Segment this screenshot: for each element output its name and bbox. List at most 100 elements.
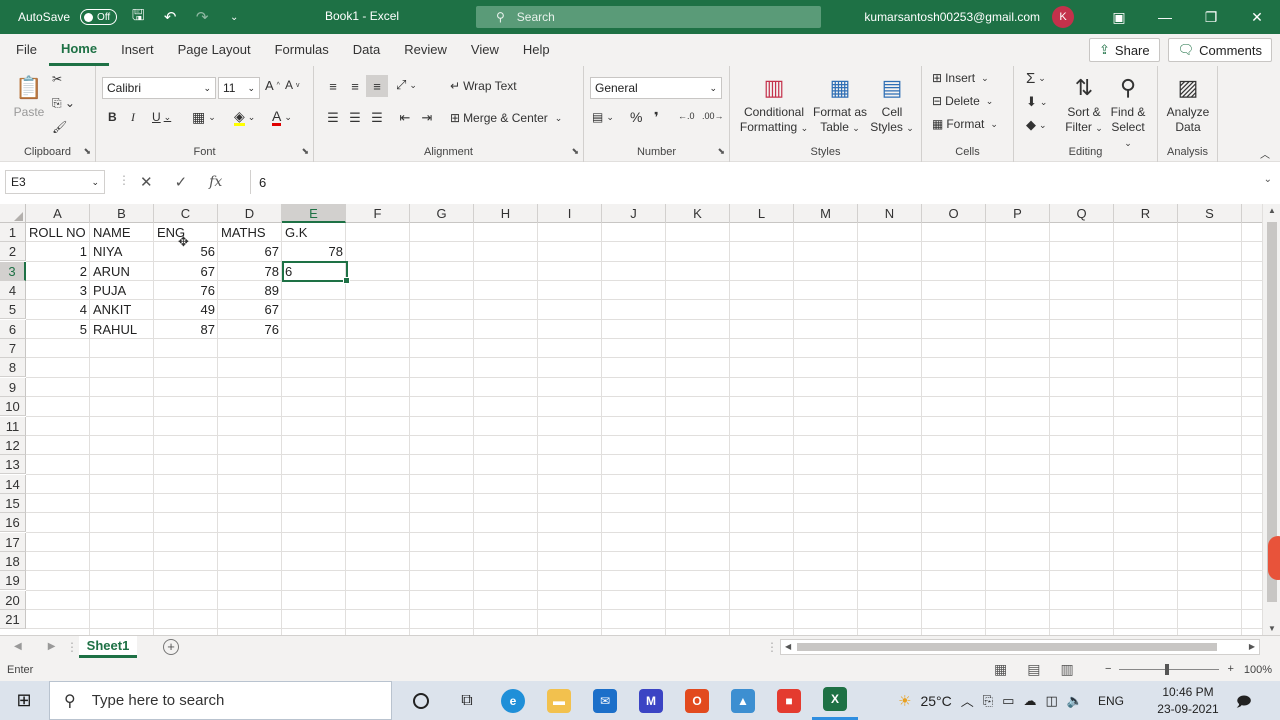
screen-recorder-icon[interactable]: ■ [766,681,812,720]
taskbar-search-box[interactable]: ⚲ Type here to search [49,681,392,720]
cell-d5[interactable]: 67 [218,300,282,319]
cortana-icon[interactable] [398,681,444,720]
cell-c3[interactable]: 67 [154,262,218,281]
align-right-icon[interactable]: ☰ [366,107,388,129]
column-header-d[interactable]: D [218,204,282,223]
tab-insert[interactable]: Insert [109,34,166,66]
cell-a6[interactable]: 5 [26,320,90,339]
cancel-entry-icon[interactable]: ✕ [140,173,153,191]
mail-icon[interactable]: ✉ [582,681,628,720]
account-email[interactable]: kumarsantosh00253@gmail.com [864,10,1040,24]
row-header-9[interactable]: 9 [0,377,26,397]
network-icon[interactable]: ◫ [1045,693,1057,709]
column-header-c[interactable]: C [154,204,218,223]
row-header-14[interactable]: 14 [0,474,26,494]
row-header-6[interactable]: 6 [0,319,26,339]
zoom-out-icon[interactable]: − [1105,663,1111,675]
decrease-indent-icon[interactable]: ⇤ [394,107,416,129]
column-header-s[interactable]: S [1178,204,1242,223]
edge-icon[interactable]: e [490,681,536,720]
tab-file[interactable]: File [4,34,49,66]
align-middle-icon[interactable]: ≡ [344,75,366,97]
column-header-i[interactable]: I [538,204,602,223]
column-header-n[interactable]: N [858,204,922,223]
battery-icon[interactable]: ▭ [1002,693,1014,709]
file-explorer-icon[interactable]: ▬ [536,681,582,720]
zoom-in-icon[interactable]: + [1227,663,1233,675]
notification-icon[interactable]: 🗩 [1236,691,1252,715]
zoom-slider-knob[interactable] [1165,663,1170,675]
scroll-right-icon[interactable]: ▶ [1249,640,1255,654]
cell-e2[interactable]: 78 [282,242,346,261]
floating-record-icon[interactable] [1268,536,1280,580]
cell-c4[interactable]: 76 [154,281,218,300]
select-all-corner[interactable] [0,204,26,223]
row-header-18[interactable]: 18 [0,551,26,571]
cell-d3[interactable]: 78 [218,262,282,281]
font-launcher-icon[interactable]: ⬊ [301,146,309,157]
cell-e1[interactable]: G.K [282,223,346,242]
scroll-left-icon[interactable]: ◀ [785,640,791,654]
conditional-formatting-button[interactable]: ▥ Conditional Formatting ⌄ [738,72,810,136]
insert-function-icon[interactable]: fx [209,174,222,190]
whiteboard-icon[interactable]: M [628,681,674,720]
minimize-icon[interactable]: — [1142,9,1188,25]
redo-icon[interactable]: ↷ [191,8,213,26]
cell-e3[interactable]: 6 [282,262,346,281]
share-button[interactable]: ⇪ Share [1089,38,1160,62]
cell-d1[interactable]: MATHS [218,223,282,242]
sheet-tab-sheet1[interactable]: Sheet1 [79,636,137,658]
cell-a2[interactable]: 1 [26,242,90,261]
meet-now-icon[interactable]: ⎘ [983,693,993,709]
volume-icon[interactable]: 🔈 [1067,693,1083,709]
confirm-entry-icon[interactable]: ✓ [175,173,188,191]
alignment-launcher-icon[interactable]: ⬊ [571,146,579,157]
row-header-1[interactable]: 1 [0,223,26,242]
row-header-20[interactable]: 20 [0,590,26,610]
windows-start-icon[interactable]: ⊞ [0,690,48,711]
cell-b2[interactable]: NIYA [90,242,154,261]
cell-b3[interactable]: ARUN [90,262,154,281]
paste-button[interactable]: 📋 Paste [12,72,46,120]
percent-icon[interactable]: % [630,109,642,125]
italic-icon[interactable]: I [131,110,135,125]
worksheet-grid[interactable]: ABCDEFGHIJKLMNOPQRS 1 2 3 4 5 6 7 8 9 10 11 12 13 14 1… [0,204,1262,635]
formula-input[interactable]: 6 [250,170,1272,194]
analyze-data-button[interactable]: ▨ Analyze Data [1164,72,1212,135]
align-top-icon[interactable]: ≡ [322,75,344,97]
column-header-r[interactable]: R [1114,204,1178,223]
accounting-format-icon[interactable]: ▤ ⌄ [592,110,614,124]
tab-help[interactable]: Help [511,34,562,66]
normal-view-icon[interactable]: ▦ [994,661,1007,678]
underline-icon[interactable]: U ⌄ [152,110,171,124]
row-header-3[interactable]: 3 [0,261,26,281]
row-header-17[interactable]: 17 [0,532,26,552]
clipboard-launcher-icon[interactable]: ⬊ [83,146,91,157]
row-header-2[interactable]: 2 [0,242,26,262]
zoom-slider[interactable] [1119,663,1220,675]
row-header-5[interactable]: 5 [0,300,26,320]
merge-center-button[interactable]: ⊞ Merge & Center ⌄ [450,111,562,125]
cell-d2[interactable]: 67 [218,242,282,261]
tab-home[interactable]: Home [48,34,110,66]
column-header-g[interactable]: G [410,204,474,223]
column-header-k[interactable]: K [666,204,730,223]
tab-view[interactable]: View [459,34,511,66]
tab-page-layout[interactable]: Page Layout [166,34,263,66]
decrease-decimal-icon[interactable]: .00→ [702,111,724,121]
font-size-dropdown[interactable]: 11 ⌄ [218,77,260,99]
cell-b5[interactable]: ANKIT [90,300,154,319]
cell-a5[interactable]: 4 [26,300,90,319]
cell-a1[interactable]: ROLL NO [26,223,90,242]
decrease-font-icon[interactable]: Av [285,78,300,92]
number-format-dropdown[interactable]: General ⌄ [590,77,722,99]
tab-formulas[interactable]: Formulas [263,34,341,66]
photos-icon[interactable]: ▲ [720,681,766,720]
undo-icon[interactable]: ↶ [159,8,181,26]
row-header-13[interactable]: 13 [0,455,26,475]
language-indicator[interactable]: ENG [1098,694,1124,708]
horizontal-scroll-thumb[interactable] [797,643,1217,651]
autosum-icon[interactable]: Σ ⌄ [1026,70,1046,87]
bold-icon[interactable]: B [108,110,117,124]
collapse-ribbon-icon[interactable]: ︿ [1260,146,1270,161]
